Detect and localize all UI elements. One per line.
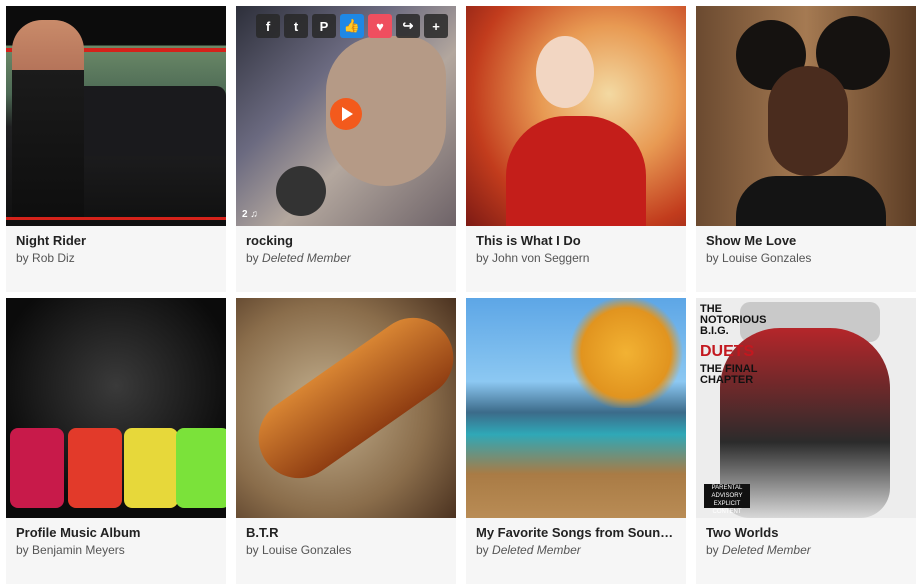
album-cover[interactable] xyxy=(6,6,226,226)
by-label: by xyxy=(706,543,719,557)
album-cover[interactable]: f t P 👍 ♥ ↪ + 2 ♫ xyxy=(236,6,456,226)
pinterest-icon[interactable]: P xyxy=(312,14,336,38)
album-title[interactable]: Profile Music Album xyxy=(16,524,216,541)
heart-icon[interactable]: ♥ xyxy=(368,14,392,38)
album-cover[interactable] xyxy=(236,298,456,518)
music-note-icon: ♫ xyxy=(250,209,258,220)
album-card-two-worlds[interactable]: THE NOTORIOUS B.I.G. DUETS THE FINAL CHA… xyxy=(696,298,916,584)
by-label: by xyxy=(476,251,489,265)
album-card-night-rider[interactable]: Night Rider by Rob Diz xyxy=(6,6,226,292)
plus-icon[interactable]: + xyxy=(424,14,448,38)
album-byline: by Deleted Member xyxy=(706,542,906,559)
cover-text-notorious: THE NOTORIOUS B.I.G. xyxy=(700,303,767,337)
album-author[interactable]: Rob Diz xyxy=(32,251,75,265)
album-cover[interactable] xyxy=(6,298,226,518)
album-byline: by Rob Diz xyxy=(16,250,216,267)
album-author[interactable]: Louise Gonzales xyxy=(722,251,811,265)
by-label: by xyxy=(246,251,259,265)
album-byline: by Louise Gonzales xyxy=(246,542,446,559)
by-label: by xyxy=(476,543,489,557)
album-author[interactable]: John von Seggern xyxy=(492,251,589,265)
album-grid: Night Rider by Rob Diz f t P 👍 ♥ ↪ + 2 ♫ xyxy=(0,0,922,588)
share-bar: f t P 👍 ♥ ↪ + xyxy=(256,14,448,38)
album-author[interactable]: Louise Gonzales xyxy=(262,543,351,557)
cover-text-duets: DUETS xyxy=(700,343,755,360)
album-card-rocking[interactable]: f t P 👍 ♥ ↪ + 2 ♫ rocking by Deleted Mem… xyxy=(236,6,456,292)
album-byline: by Louise Gonzales xyxy=(706,250,906,267)
facebook-icon[interactable]: f xyxy=(256,14,280,38)
album-cover[interactable] xyxy=(466,6,686,226)
album-cover[interactable] xyxy=(466,298,686,518)
play-icon[interactable] xyxy=(330,98,362,130)
like-icon[interactable]: 👍 xyxy=(340,14,364,38)
album-title[interactable]: Two Worlds xyxy=(706,524,906,541)
album-title[interactable]: Night Rider xyxy=(16,232,216,249)
twitter-icon[interactable]: t xyxy=(284,14,308,38)
album-card-show-me-love[interactable]: Show Me Love by Louise Gonzales xyxy=(696,6,916,292)
cover-text-final-chapter: THE FINAL CHAPTER xyxy=(700,363,758,386)
album-author[interactable]: Benjamin Meyers xyxy=(32,543,125,557)
share-forward-icon[interactable]: ↪ xyxy=(396,14,420,38)
album-author[interactable]: Deleted Member xyxy=(262,251,351,265)
album-cover[interactable]: THE NOTORIOUS B.I.G. DUETS THE FINAL CHA… xyxy=(696,298,916,518)
by-label: by xyxy=(706,251,719,265)
album-card-profile-music-album[interactable]: Profile Music Album by Benjamin Meyers xyxy=(6,298,226,584)
album-card-btr[interactable]: B.T.R by Louise Gonzales xyxy=(236,298,456,584)
album-byline: by Deleted Member xyxy=(246,250,446,267)
by-label: by xyxy=(246,543,259,557)
album-title[interactable]: Show Me Love xyxy=(706,232,906,249)
album-byline: by Benjamin Meyers xyxy=(16,542,216,559)
album-byline: by John von Seggern xyxy=(476,250,676,267)
album-card-my-favorite-songs[interactable]: My Favorite Songs from Soun… by Deleted … xyxy=(466,298,686,584)
parental-advisory-label: PARENTAL ADVISORY EXPLICIT CONTENT xyxy=(704,484,750,515)
album-cover[interactable] xyxy=(696,6,916,226)
album-title[interactable]: B.T.R xyxy=(246,524,446,541)
album-author[interactable]: Deleted Member xyxy=(492,543,581,557)
album-byline: by Deleted Member xyxy=(476,542,676,559)
album-title[interactable]: rocking xyxy=(246,232,446,249)
album-title[interactable]: This is What I Do xyxy=(476,232,676,249)
track-count: 2 ♫ xyxy=(242,209,258,220)
album-title[interactable]: My Favorite Songs from Soun… xyxy=(476,524,676,541)
album-author[interactable]: Deleted Member xyxy=(722,543,811,557)
by-label: by xyxy=(16,543,29,557)
album-card-this-is-what-i-do[interactable]: This is What I Do by John von Seggern xyxy=(466,6,686,292)
by-label: by xyxy=(16,251,29,265)
